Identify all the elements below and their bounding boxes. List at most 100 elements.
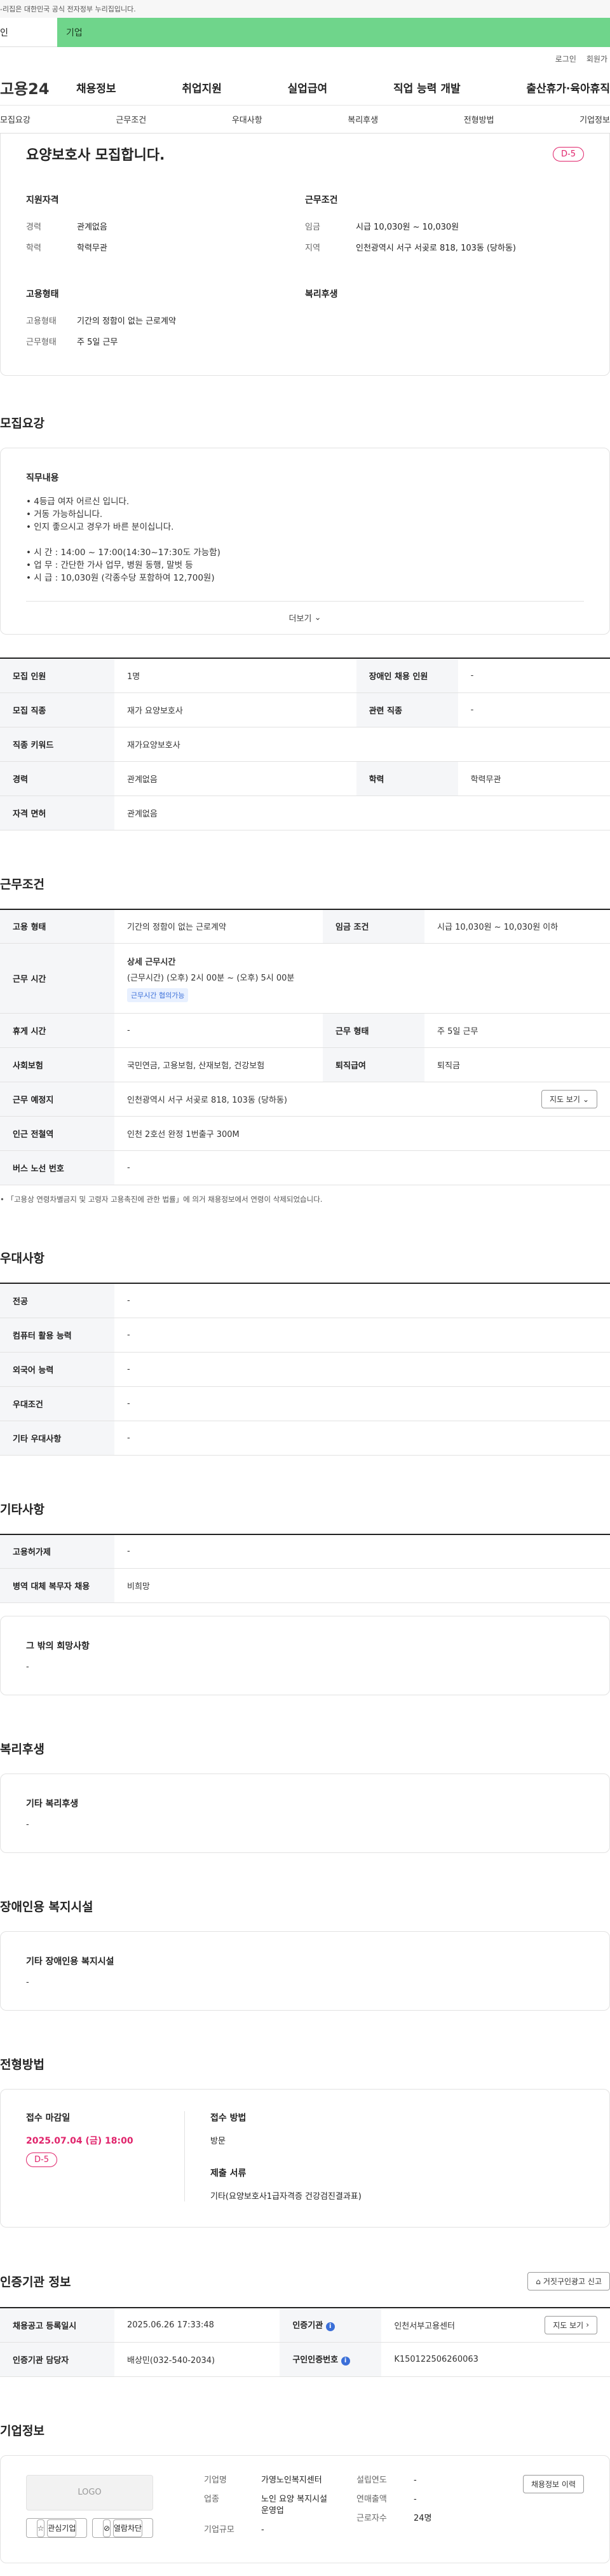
row-label: 인근 전철역 — [0, 1116, 114, 1151]
staff-value: 24명 — [414, 2513, 432, 2523]
worktype-label: 근무형태 — [26, 338, 57, 347]
row-label: 고용 형태 — [0, 909, 114, 944]
map-button-label: 지도 보기 — [553, 2320, 584, 2330]
agency-map-button[interactable]: 지도 보기 › — [545, 2315, 597, 2334]
info-icon[interactable]: i — [341, 2357, 350, 2366]
row-label: 외국어 능력 — [0, 1352, 114, 1387]
row-label: 기타 우대사항 — [0, 1421, 114, 1456]
report-button-label: 거짓구인광고 신고 — [543, 2277, 602, 2286]
more-button[interactable]: 더보기 ⌄ — [26, 601, 584, 634]
subnav-preference[interactable]: 우대사항 — [232, 113, 262, 125]
gnb-item-jobs[interactable]: 채용정보 — [76, 79, 116, 95]
wage-value: 시급 10,030원 ~ 10,030원 — [356, 223, 459, 232]
row-label: 임금 조건 — [323, 909, 425, 944]
other-wishes-heading: 그 밖의 희망사항 — [26, 1641, 90, 1651]
preference-section-title: 우대사항 — [0, 1251, 44, 1265]
duty-line: • 인지 좋으시고 경우가 바른 분이십니다. — [26, 522, 174, 532]
row-value: - — [114, 1283, 610, 1318]
table-row: 직종 키워드 재가요양보호사 — [0, 727, 610, 762]
row-label: 채용공고 등록일시 — [0, 2308, 114, 2343]
row-label: 근무 형태 — [323, 1013, 425, 1048]
company-name-value: 가영노인복지센터 — [261, 2475, 322, 2485]
deadline-heading: 접수 마감일 — [26, 2113, 71, 2123]
favorite-company-button[interactable]: ☆ 관심기업 — [26, 2517, 87, 2538]
agency-table: 채용공고 등록일시 2025.06.26 17:33:48 인증기관 i 인천서부… — [0, 2307, 610, 2377]
hours-heading: 상세 근무시간 — [127, 957, 176, 967]
table-row: 근무 예정지 인천광역시 서구 서곶로 818, 103동 (당하동) 지도 보… — [0, 1082, 610, 1117]
map-button[interactable]: 지도 보기 ⌄ — [541, 1090, 597, 1108]
education-value: 학력무관 — [77, 244, 107, 253]
career-label: 경력 — [26, 223, 41, 232]
row-value: 2025.06.26 17:33:48 — [114, 2308, 280, 2343]
duty-line: • 거동 가능하십니다. — [26, 509, 103, 520]
signup-link[interactable]: 회원가 — [586, 53, 607, 64]
tab-business[interactable]: 기업 — [57, 18, 610, 47]
row-label: 장애인 채용 인원 — [356, 658, 458, 693]
row-value: 비희망 — [114, 1568, 610, 1603]
row-value: 학력무관 — [458, 761, 610, 796]
row-label: 휴게 시간 — [0, 1013, 114, 1048]
table-row: 고용 형태 기간의 정함이 없는 근로계약 임금 조건 시급 10,030원 ~ 1… — [0, 909, 610, 944]
row-label: 구인인증번호 i — [280, 2342, 382, 2377]
table-row: 고용허가제 - — [0, 1534, 610, 1569]
company-name-label: 기업명 — [204, 2475, 227, 2485]
row-value: 시급 10,030원 ~ 10,030원 이하 — [424, 909, 610, 944]
gov-banner-text: -리집은 대한민국 공식 전자정부 누리집입니다. — [0, 5, 136, 13]
chevron-down-icon: ⌄ — [582, 1094, 589, 1104]
method-heading: 접수 방법 — [210, 2113, 247, 2123]
row-label: 고용허가제 — [0, 1534, 114, 1569]
block-view-button[interactable]: ⊘ 열람차단 — [92, 2517, 153, 2538]
tab-individual[interactable]: 인 — [0, 18, 57, 47]
table-row: 경력 관계없음 학력 학력무관 — [0, 761, 610, 796]
conditions-table: 고용 형태 기간의 정함이 없는 근로계약 임금 조건 시급 10,030원 ~ 1… — [0, 908, 610, 1185]
gnb-item-job-training[interactable]: 직업 능력 개발 — [393, 79, 461, 95]
site-logo[interactable]: 고용24 — [0, 76, 76, 99]
gnb-item-unemployment-benefit[interactable]: 실업급여 — [288, 79, 328, 95]
duty-line: • 업 무 : 간단한 가사 업무, 병원 동행, 말벗 등 — [26, 560, 193, 570]
info-icon[interactable]: i — [325, 2322, 335, 2332]
process-section-title: 전형방법 — [0, 2058, 44, 2072]
education-label: 학력 — [26, 244, 41, 253]
table-row: 우대조건 - — [0, 1386, 610, 1421]
row-value: 관계없음 — [114, 796, 610, 830]
gnb-item-employment-support[interactable]: 취업지원 — [182, 79, 222, 95]
table-row: 자격 면허 관계없음 — [0, 796, 610, 830]
subnav-recruit[interactable]: 모집요강 — [0, 113, 30, 125]
user-type-tabs: 인 기업 — [0, 18, 610, 47]
job-title: 요양보호사 모집합니다. — [26, 148, 165, 163]
report-fake-ad-button[interactable]: ⌂ 거짓구인광고 신고 — [527, 2272, 610, 2290]
subnav-company[interactable]: 기업정보 — [580, 113, 610, 125]
duty-line: • 4등급 여자 어르신 입니다. — [26, 497, 130, 507]
row-label: 사회보험 — [0, 1047, 114, 1082]
industry-label: 업종 — [204, 2494, 219, 2504]
wage-label: 임금 — [305, 223, 320, 232]
hours-tag: 근무시간 협의가능 — [127, 988, 189, 1002]
subnav-conditions[interactable]: 근무조건 — [116, 113, 146, 125]
place-cell: 인천광역시 서구 서곶로 818, 103동 (당하동) 지도 보기 ⌄ — [114, 1082, 610, 1117]
subnav-process[interactable]: 전형방법 — [464, 113, 494, 125]
conditions-section-title: 근무조건 — [0, 877, 44, 892]
row-value: 재가 요양보호사 — [114, 692, 356, 727]
year-value: - — [414, 2475, 417, 2485]
dday-badge: D-5 — [553, 146, 584, 162]
career-value: 관계없음 — [77, 223, 107, 232]
etc-section-title: 기타사항 — [0, 1502, 44, 1517]
login-link[interactable]: 로그인 — [555, 53, 576, 64]
row-label: 모집 인원 — [0, 658, 114, 693]
subnav-welfare[interactable]: 복리후생 — [348, 113, 378, 125]
etc-table: 고용허가제 - 병역 대체 복무자 채용 비희망 — [0, 1533, 610, 1603]
gnb-item-parental-leave[interactable]: 출산휴가·육아휴직 — [526, 79, 610, 95]
map-button-label: 지도 보기 — [549, 1095, 580, 1104]
row-label: 모집 직종 — [0, 692, 114, 727]
row-label: 우대조건 — [0, 1386, 114, 1421]
job-history-button[interactable]: 채용정보 이력 — [522, 2474, 584, 2493]
recruit-table: 모집 인원 1명 장애인 채용 인원 - 모집 직종 재가 요양보호사 관련 직종 - … — [0, 658, 610, 830]
table-row: 외국어 능력 - — [0, 1352, 610, 1387]
row-value: 퇴직금 — [424, 1047, 610, 1082]
table-row: 전공 - — [0, 1283, 610, 1318]
more-label: 더보기 — [288, 614, 312, 624]
method-value: 방문 — [210, 2137, 226, 2146]
row-value: - — [458, 658, 610, 693]
row-value: - — [114, 1534, 610, 1569]
job-summary-card: 요양보호사 모집합니다. D-5 지원자격 경력 관계없음 학력 학력무관 근무조건… — [0, 134, 610, 376]
